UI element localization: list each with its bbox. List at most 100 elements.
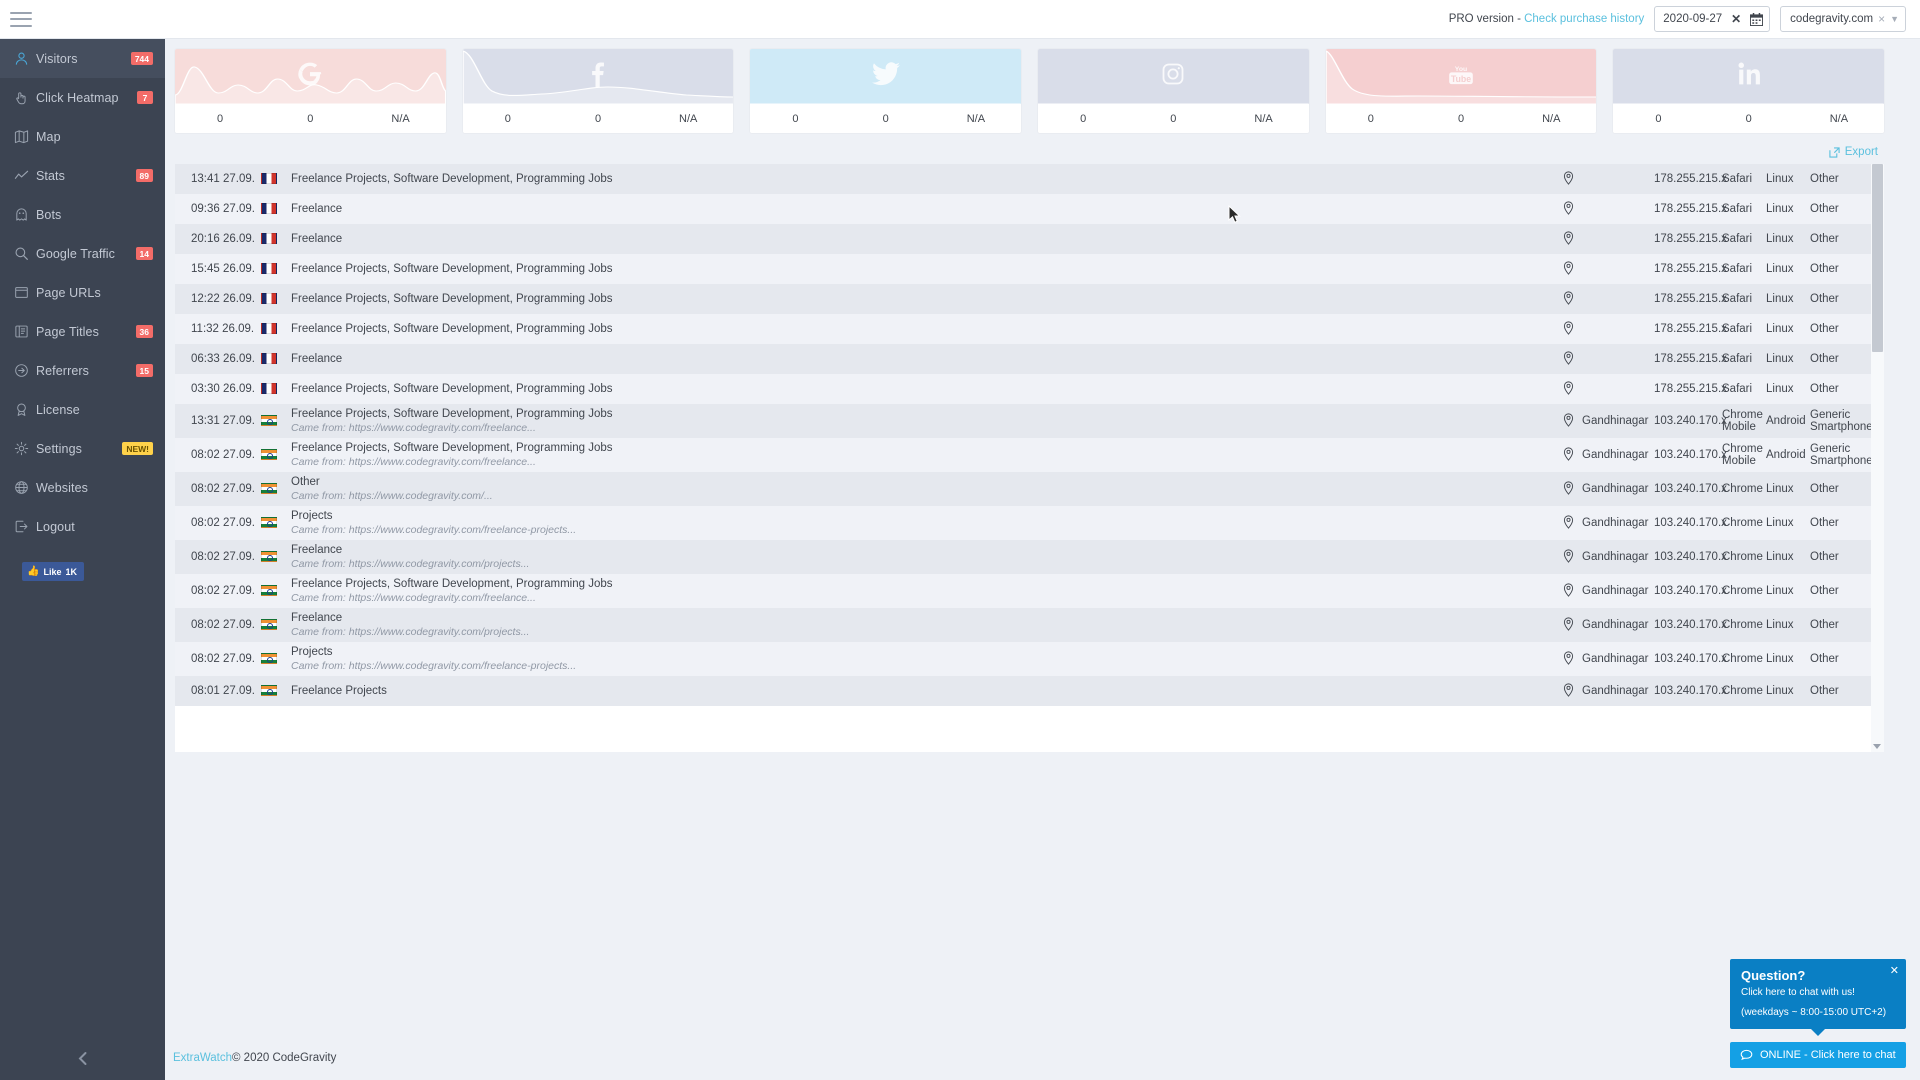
check-purchase-history-link[interactable]: Check purchase history — [1524, 13, 1644, 25]
sidebar-item-settings[interactable]: Settings NEW! — [0, 429, 165, 468]
row-country-flag — [261, 404, 291, 438]
social-card-stat: 0 — [504, 112, 511, 125]
website-clear-icon[interactable]: × — [1878, 12, 1885, 26]
row-geo-cell[interactable] — [1554, 642, 1582, 676]
website-selector[interactable]: codegravity.com × ▼ — [1780, 6, 1906, 32]
location-pin-icon — [1563, 582, 1573, 597]
sidebar-item-referrers[interactable]: Referrers 15 — [0, 351, 165, 390]
row-country-flag — [261, 642, 291, 676]
table-row[interactable]: 08:02 27.09. Projects Came from: https://w… — [175, 642, 1884, 676]
table-row[interactable]: 13:41 27.09. Freelance Projects, Software… — [175, 164, 1884, 194]
row-geo-cell[interactable] — [1554, 374, 1582, 404]
table-row[interactable]: 08:02 27.09. Freelance Projects, Software… — [175, 438, 1884, 472]
row-ip: 103.240.170.x — [1654, 517, 1727, 529]
row-ip: 103.240.170.x — [1654, 551, 1727, 563]
table-row[interactable]: 08:01 27.09. Freelance Projects Gandhinaga… — [175, 676, 1884, 706]
row-geo-cell[interactable] — [1554, 540, 1582, 574]
social-card-twitter[interactable]: 0 0 N/A — [750, 49, 1022, 133]
chat-online-button[interactable]: ONLINE - Click here to chat — [1730, 1042, 1906, 1068]
row-geo-cell[interactable] — [1554, 164, 1582, 194]
row-page-title-cell: Projects Came from: https://www.codegravi… — [291, 506, 1554, 540]
table-row[interactable]: 08:02 27.09. Freelance Came from: https://… — [175, 540, 1884, 574]
row-city — [1582, 194, 1654, 224]
chevron-down-icon[interactable]: ▼ — [1890, 14, 1899, 24]
sidebar-item-map[interactable]: Map — [0, 117, 165, 156]
social-card-google[interactable]: 0 0 N/A — [175, 49, 446, 133]
row-country-flag — [261, 506, 291, 540]
sidebar-item-license[interactable]: License — [0, 390, 165, 429]
table-row[interactable]: 08:02 27.09. Freelance Came from: https://… — [175, 608, 1884, 642]
row-geo-cell[interactable] — [1554, 676, 1582, 706]
row-geo-cell[interactable] — [1554, 224, 1582, 254]
table-row[interactable]: 08:02 27.09. Projects Came from: https://w… — [175, 506, 1884, 540]
sidebar-item-page-urls[interactable]: Page URLs — [0, 273, 165, 312]
social-card-stats: 0 0 N/A — [175, 104, 446, 133]
row-browser: Chrome — [1722, 619, 1763, 631]
chat-close-icon[interactable]: ✕ — [1890, 964, 1899, 977]
youtube-logo-icon: Tube You — [1446, 63, 1476, 90]
map-icon — [14, 129, 36, 144]
footer-brand-link[interactable]: ExtraWatch — [173, 1052, 232, 1064]
date-picker[interactable]: 2020-09-27 ✕ — [1654, 6, 1771, 32]
row-geo-cell[interactable] — [1554, 284, 1582, 314]
date-clear-icon[interactable]: ✕ — [1731, 12, 1741, 26]
table-row[interactable]: 20:16 26.09. Freelance 178.255.215.x Safari… — [175, 224, 1884, 254]
hamburger-menu-icon[interactable] — [10, 11, 32, 27]
row-geo-cell[interactable] — [1554, 254, 1582, 284]
sidebar-item-visitors[interactable]: Visitors 744 — [0, 39, 165, 78]
facebook-like-button[interactable]: 👍 Like 1K — [22, 562, 84, 581]
table-row[interactable]: 11:32 26.09. Freelance Projects, Software… — [175, 314, 1884, 344]
sidebar-item-google-traffic[interactable]: Google Traffic 14 — [0, 234, 165, 273]
sidebar-item-label: License — [36, 402, 80, 417]
social-card-stats: 0 0 N/A — [750, 104, 1021, 133]
social-card-facebook[interactable]: 0 0 N/A — [462, 49, 734, 133]
social-card-instagram[interactable]: 0 0 N/A — [1038, 49, 1309, 133]
table-row[interactable]: 15:45 26.09. Freelance Projects, Software… — [175, 254, 1884, 284]
row-geo-cell[interactable] — [1554, 472, 1582, 506]
sidebar-item-bots[interactable]: Bots — [0, 195, 165, 234]
scrollbar-thumb[interactable] — [1872, 164, 1883, 352]
google-logo-icon — [297, 61, 323, 92]
location-pin-icon — [1563, 170, 1573, 185]
row-time: 08:02 27.09. — [191, 483, 255, 495]
row-geo-cell[interactable] — [1554, 404, 1582, 438]
sidebar-item-logout[interactable]: Logout — [0, 507, 165, 546]
sidebar-item-click-heatmap[interactable]: Click Heatmap 7 — [0, 78, 165, 117]
calendar-icon[interactable] — [1750, 12, 1764, 26]
chat-bubble-icon — [1740, 1049, 1753, 1060]
scroll-down-arrow-icon[interactable] — [1873, 744, 1881, 749]
social-card-youtube[interactable]: Tube You 0 0 N/A — [1325, 49, 1597, 133]
table-row[interactable]: 06:33 26.09. Freelance 178.255.215.x Safari… — [175, 344, 1884, 374]
like-label: Like — [43, 566, 62, 577]
export-button[interactable]: Export — [1829, 146, 1878, 158]
chat-bubble-tail — [1811, 1029, 1825, 1036]
sidebar-collapse-button[interactable] — [0, 1036, 165, 1080]
book-icon — [14, 324, 36, 339]
row-geo-cell[interactable] — [1554, 344, 1582, 374]
row-time: 08:01 27.09. — [191, 685, 255, 697]
row-page-title: Freelance Projects, Software Development… — [291, 293, 613, 305]
table-row[interactable]: 13:31 27.09. Freelance Projects, Software… — [175, 404, 1884, 438]
row-geo-cell[interactable] — [1554, 608, 1582, 642]
row-geo-cell[interactable] — [1554, 438, 1582, 472]
table-scrollbar[interactable] — [1871, 164, 1884, 752]
row-os: Linux — [1766, 517, 1794, 529]
table-row[interactable]: 09:36 27.09. Freelance 178.255.215.x Safari… — [175, 194, 1884, 224]
row-page-title: Other — [291, 476, 320, 488]
sidebar-item-stats[interactable]: Stats 89 — [0, 156, 165, 195]
search-icon — [14, 246, 36, 261]
row-page-title: Freelance Projects, Software Development… — [291, 408, 613, 420]
social-card-linkedin[interactable]: 0 0 N/A — [1613, 49, 1885, 133]
sidebar-item-websites[interactable]: Websites — [0, 468, 165, 507]
table-row[interactable]: 08:02 27.09. Other Came from: https://www.… — [175, 472, 1884, 506]
sidebar-item-page-titles[interactable]: Page Titles 36 — [0, 312, 165, 351]
row-geo-cell[interactable] — [1554, 194, 1582, 224]
table-row[interactable]: 08:02 27.09. Freelance Projects, Software… — [175, 574, 1884, 608]
row-geo-cell[interactable] — [1554, 506, 1582, 540]
table-row[interactable]: 03:30 26.09. Freelance Projects, Software… — [175, 374, 1884, 404]
row-geo-cell[interactable] — [1554, 314, 1582, 344]
row-geo-cell[interactable] — [1554, 574, 1582, 608]
row-browser: Chrome — [1722, 517, 1763, 529]
table-row[interactable]: 12:22 26.09. Freelance Projects, Software… — [175, 284, 1884, 314]
export-row: Export — [171, 133, 1898, 164]
